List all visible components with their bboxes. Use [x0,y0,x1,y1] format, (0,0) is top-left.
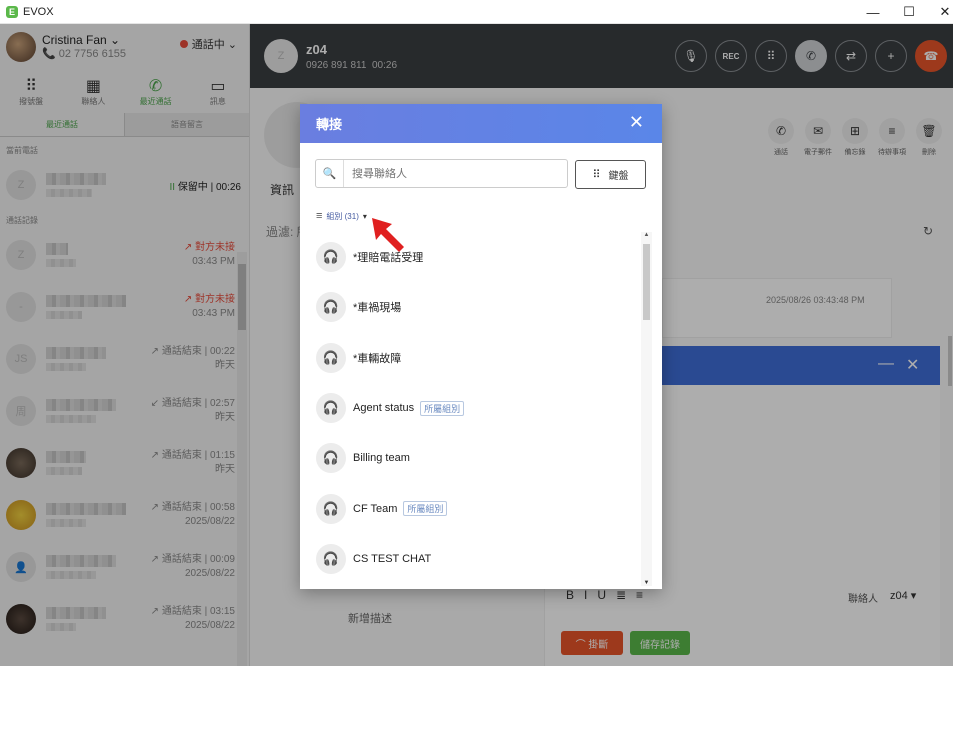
contact-search: 🔍 [315,159,568,188]
filter-icon: ≡ [316,210,323,222]
keypad-icon: ⠿ [592,169,601,181]
group-name: *理賠電話受理 [353,252,424,265]
scrollbar-thumb[interactable] [643,244,650,320]
transfer-modal: 轉接 ✕ 🔍 ⠿ 鍵盤 ≡ 組別 (31) ▾ 🎧 *理賠電話受理 🎧 *車禍現場 🎧 *… [300,104,662,589]
own-group-badge: 所屬組別 [403,501,448,517]
group-name: CS TEST CHAT [353,552,432,565]
own-group-badge: 所屬組別 [420,400,465,416]
keypad-label: 鍵盤 [608,171,629,182]
groups-label: 組別 (31) [326,211,359,221]
close-icon[interactable]: ✕ [629,112,644,133]
group-list-item[interactable]: 🎧 CS TEST CHAT [314,534,640,584]
group-list-item[interactable]: 🎧 Agent status 所屬組別 [314,383,640,433]
maximize-button[interactable]: ☐ [891,0,927,24]
app-title: EVOX [23,5,54,18]
group-name: Agent status [353,402,415,415]
close-window-button[interactable]: ✕ [927,0,953,24]
keypad-toggle-button[interactable]: ⠿ 鍵盤 [575,160,646,189]
headset-icon: 🎧 [316,443,346,474]
groups-dropdown[interactable]: ≡ 組別 (31) ▾ [316,210,367,222]
minimize-button[interactable]: — [855,0,891,24]
evox-logo-icon: E [6,5,18,18]
group-list-item[interactable]: 🎧 *車禍現場 [314,282,640,332]
group-name: CF Team [353,502,398,515]
headset-icon: 🎧 [316,493,346,524]
group-name: *車輛故障 [353,352,402,365]
search-input[interactable] [344,167,567,180]
caret-down-icon: ▾ [362,211,367,221]
headset-icon: 🎧 [316,543,346,574]
headset-icon: 🎧 [316,342,346,373]
group-name: Billing team [353,452,410,465]
group-list-item[interactable]: 🎧 *車輛故障 [314,333,640,383]
headset-icon: 🎧 [316,393,346,424]
scroll-up-icon[interactable]: ▲ [641,232,652,238]
headset-icon: 🎧 [316,242,346,273]
scroll-down-icon[interactable]: ▼ [641,580,652,586]
group-list-item[interactable]: 🎧 *理賠電話受理 [314,232,640,282]
group-list-item[interactable]: 🎧 CF Team 所屬組別 [314,483,640,533]
search-icon: 🔍 [316,160,344,187]
modal-header: 轉接 [300,104,662,143]
headset-icon: 🎧 [316,292,346,323]
modal-title: 轉接 [316,117,343,132]
group-name: *車禍現場 [353,302,402,315]
group-list-item[interactable]: 🎧 Billing team [314,433,640,483]
group-list: 🎧 *理賠電話受理 🎧 *車禍現場 🎧 *車輛故障 🎧 Agent status 所屬組別 🎧 Bi… [314,232,640,584]
title-bar: E EVOX — ☐ ✕ [0,0,953,24]
modal-scrollbar[interactable]: ▲ ▼ [641,232,652,586]
